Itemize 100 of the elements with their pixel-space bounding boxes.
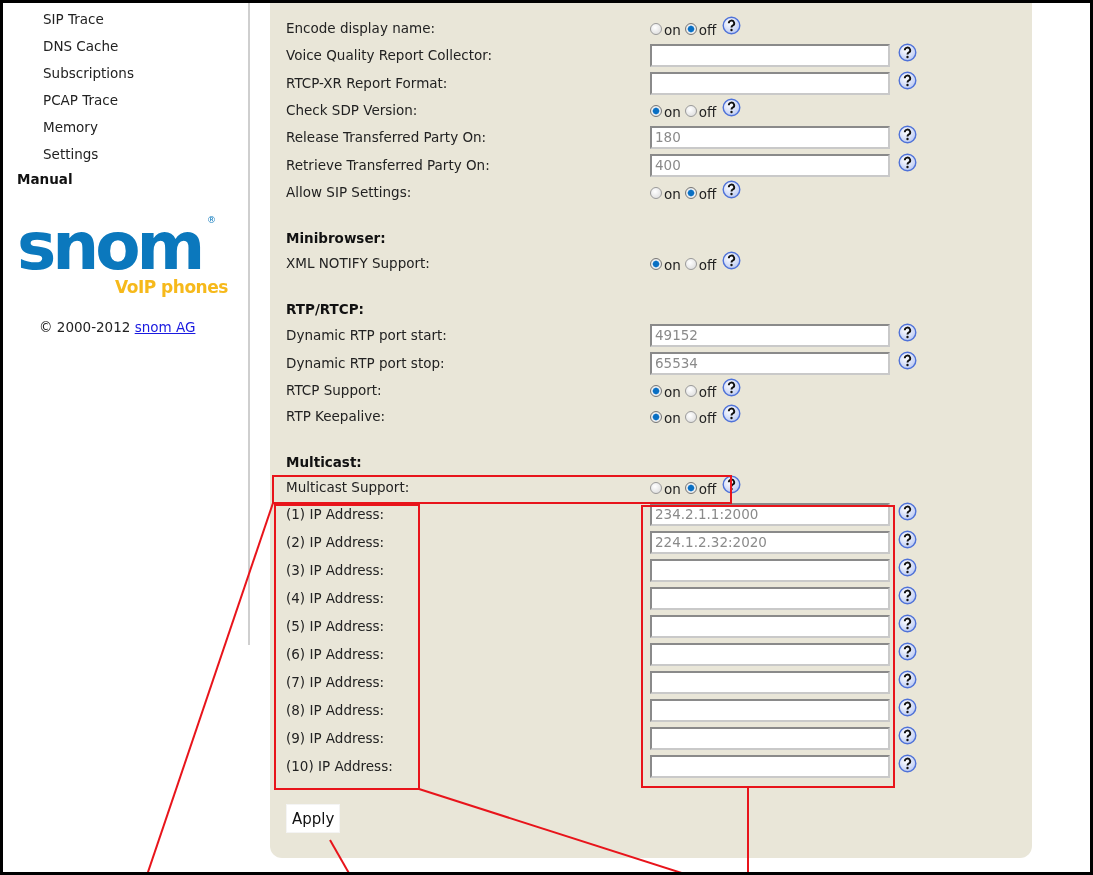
input-field[interactable] (650, 586, 890, 610)
input-field[interactable] (650, 558, 890, 582)
help-icon[interactable] (722, 250, 742, 270)
input-field[interactable] (650, 614, 890, 638)
radio-button[interactable] (684, 23, 697, 35)
radio-button[interactable] (650, 105, 662, 117)
help-icon[interactable] (898, 350, 917, 370)
radio-button[interactable] (650, 385, 662, 397)
help-icon[interactable] (722, 97, 742, 117)
option-label: on (664, 104, 681, 120)
radio-button[interactable] (650, 411, 662, 423)
option-label: off (698, 104, 717, 120)
input-field[interactable] (650, 754, 890, 778)
radio-button[interactable] (684, 258, 697, 270)
field-label: Encode display name: (286, 20, 435, 36)
radio-button[interactable] (684, 482, 697, 494)
field-label: RTCP-XR Report Format: (286, 75, 448, 91)
help-icon[interactable] (898, 501, 917, 521)
input-field[interactable]: 180 (650, 125, 890, 149)
input-field[interactable] (650, 698, 890, 722)
logo-wordmark: snom (17, 217, 202, 277)
input-field[interactable] (650, 726, 890, 750)
help-icon[interactable] (898, 641, 917, 661)
input-field[interactable] (650, 670, 890, 694)
copyright-text: © 2000-2012 snom AG (39, 319, 196, 335)
help-icon[interactable] (898, 585, 917, 605)
field-label: RTP Keepalive: (286, 408, 386, 424)
field-label: Multicast Support: (286, 479, 410, 495)
field-label: (7) IP Address: (286, 674, 385, 690)
help-icon[interactable] (898, 42, 917, 62)
nav-link[interactable]: PCAP Trace (43, 87, 119, 114)
field-label: (9) IP Address: (286, 730, 385, 746)
option-label: on (664, 22, 681, 38)
help-icon[interactable] (722, 474, 742, 494)
field-label: Voice Quality Report Collector: (286, 47, 493, 63)
field-label: (3) IP Address: (286, 562, 385, 578)
option-label: off (698, 186, 717, 202)
field-label: (1) IP Address: (286, 506, 385, 522)
input-field[interactable]: 224.1.2.32:2020 (650, 530, 890, 554)
option-label: off (698, 257, 717, 273)
input-field[interactable] (650, 43, 890, 67)
registered-mark: ® (207, 215, 216, 225)
help-icon[interactable] (898, 557, 917, 577)
section-heading: Minibrowser: (286, 229, 386, 248)
field-label: (5) IP Address: (286, 618, 385, 634)
radio-button[interactable] (684, 411, 697, 423)
apply-button[interactable]: Apply (286, 804, 341, 833)
field-label: Dynamic RTP port stop: (286, 355, 445, 371)
nav-link[interactable]: Settings (43, 141, 99, 168)
field-label: Retrieve Transferred Party On: (286, 157, 490, 173)
help-icon[interactable] (898, 152, 917, 172)
company-link[interactable]: snom AG (134, 319, 196, 335)
nav-link[interactable]: Memory (43, 114, 98, 141)
field-label: (10) IP Address: (286, 758, 393, 774)
help-icon[interactable] (898, 613, 917, 633)
help-icon[interactable] (898, 124, 917, 144)
field-label: XML NOTIFY Support: (286, 255, 430, 271)
help-icon[interactable] (898, 669, 917, 689)
input-field[interactable]: 65534 (650, 351, 890, 375)
help-icon[interactable] (898, 725, 917, 745)
nav-link[interactable]: Subscriptions (43, 60, 134, 87)
option-label: off (698, 22, 717, 38)
help-icon[interactable] (898, 697, 917, 717)
nav-link[interactable]: DNS Cache (43, 33, 119, 60)
field-label: (4) IP Address: (286, 590, 385, 606)
help-icon[interactable] (722, 377, 742, 397)
radio-button[interactable] (684, 187, 697, 199)
logo-tagline: VoIP phones (115, 277, 228, 297)
help-icon[interactable] (898, 529, 917, 549)
radio-button[interactable] (650, 258, 662, 270)
input-field[interactable] (650, 642, 890, 666)
input-field[interactable] (650, 71, 890, 95)
help-icon[interactable] (898, 322, 917, 342)
help-icon[interactable] (898, 753, 917, 773)
option-label: on (664, 410, 681, 426)
help-icon[interactable] (722, 179, 742, 199)
radio-button[interactable] (684, 385, 697, 397)
radio-button[interactable] (650, 482, 662, 494)
help-icon[interactable] (722, 15, 742, 35)
input-field[interactable]: 49152 (650, 323, 890, 347)
option-label: on (664, 257, 681, 273)
radio-button[interactable] (684, 105, 697, 117)
field-label: Allow SIP Settings: (286, 184, 412, 200)
option-label: on (664, 481, 681, 497)
option-label: off (698, 410, 717, 426)
option-label: off (698, 384, 717, 400)
input-field[interactable]: 400 (650, 153, 890, 177)
section-heading: Multicast: (286, 453, 362, 472)
option-label: on (664, 384, 681, 400)
nav-link[interactable]: SIP Trace (43, 6, 104, 33)
field-label: (2) IP Address: (286, 534, 385, 550)
help-icon[interactable] (722, 403, 742, 423)
field-label: Dynamic RTP port start: (286, 327, 447, 343)
radio-button[interactable] (650, 187, 662, 199)
field-label: (8) IP Address: (286, 702, 385, 718)
field-label: Release Transferred Party On: (286, 129, 487, 145)
nav-heading: Manual (17, 170, 73, 189)
option-label: off (698, 481, 717, 497)
radio-button[interactable] (650, 23, 662, 35)
help-icon[interactable] (898, 70, 917, 90)
